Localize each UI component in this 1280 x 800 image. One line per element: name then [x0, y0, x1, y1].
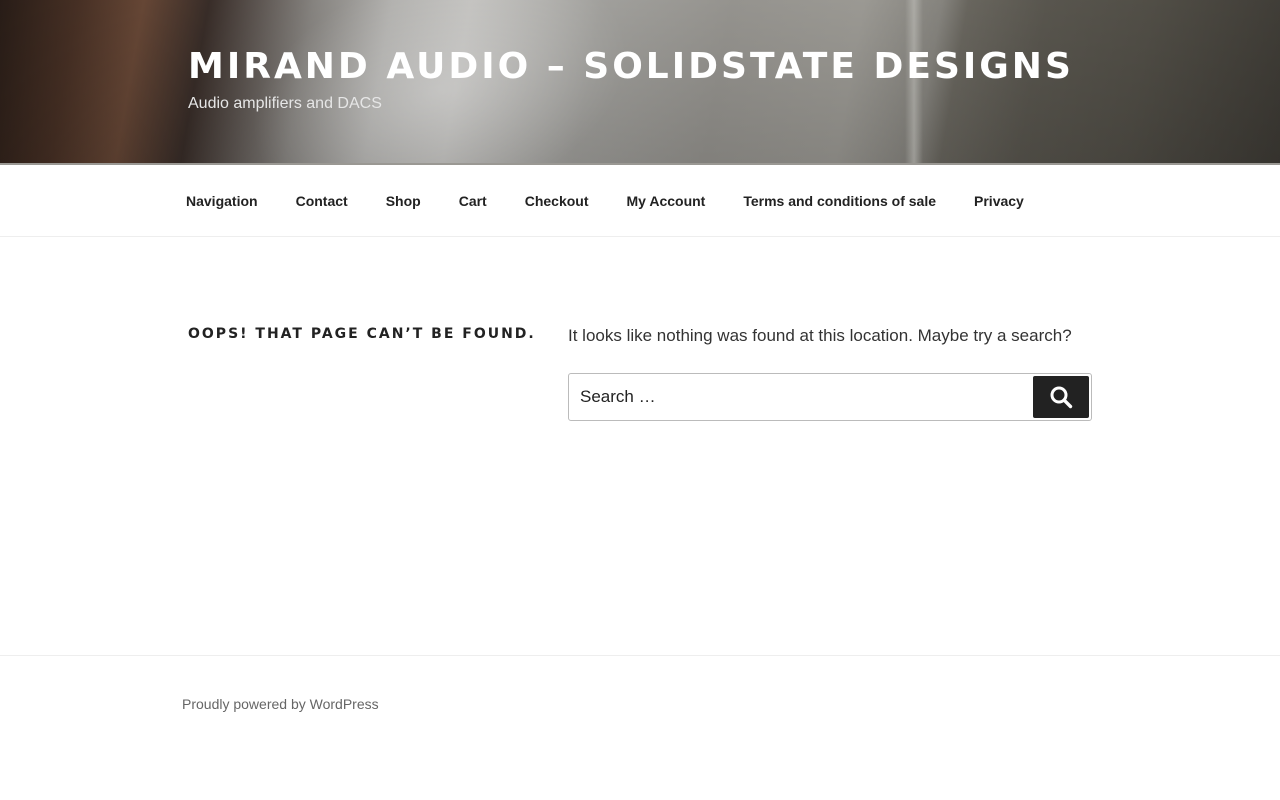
nav-menu: Navigation Contact Shop Cart Checkout My… — [167, 165, 1043, 237]
main-content: OOPS! THAT PAGE CAN’T BE FOUND. It looks… — [0, 237, 1280, 655]
nav-item-contact[interactable]: Contact — [277, 193, 367, 209]
nav-item-checkout[interactable]: Checkout — [506, 193, 608, 209]
page-title: OOPS! THAT PAGE CAN’T BE FOUND. — [188, 326, 536, 342]
search-input[interactable] — [569, 374, 1029, 420]
nav-item-privacy[interactable]: Privacy — [955, 193, 1043, 209]
nav-item-shop[interactable]: Shop — [367, 193, 440, 209]
nav-item-cart[interactable]: Cart — [440, 193, 506, 209]
site-footer: Proudly powered by WordPress — [0, 655, 1280, 800]
nav-item-my-account[interactable]: My Account — [608, 193, 725, 209]
footer-credit-link[interactable]: Proudly powered by WordPress — [182, 696, 379, 712]
search-button[interactable] — [1033, 376, 1089, 418]
not-found-message: It looks like nothing was found at this … — [568, 326, 1072, 345]
nav-item-navigation[interactable]: Navigation — [167, 193, 277, 209]
search-form — [568, 373, 1092, 421]
nav-item-terms[interactable]: Terms and conditions of sale — [724, 193, 955, 209]
site-header: MIRAND AUDIO – SOLIDSTATE DESIGNS Audio … — [0, 0, 1280, 165]
main-navigation: Navigation Contact Shop Cart Checkout My… — [0, 165, 1280, 237]
site-description: Audio amplifiers and DACS — [188, 95, 382, 112]
search-icon — [1050, 386, 1073, 409]
site-title-link[interactable]: MIRAND AUDIO – SOLIDSTATE DESIGNS — [188, 46, 1074, 87]
